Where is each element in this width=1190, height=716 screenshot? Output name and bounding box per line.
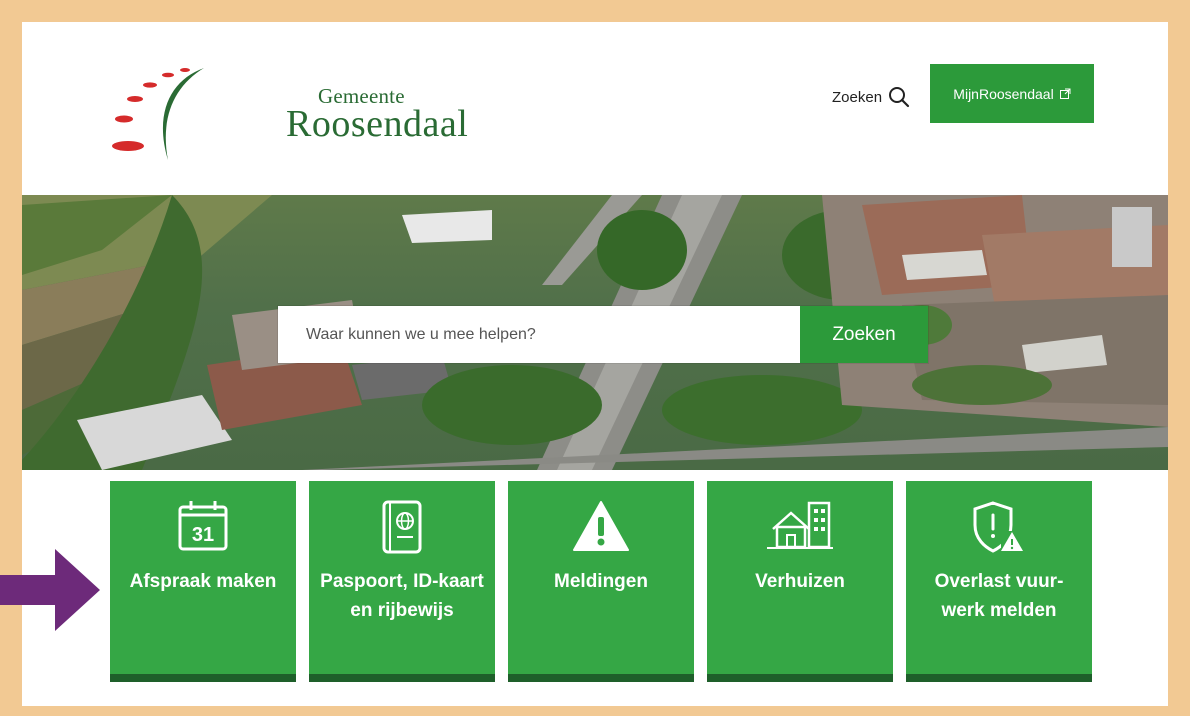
tile-label: Verhuizen [755, 571, 845, 592]
shield-warning-icon [973, 501, 1023, 553]
buildings-icon [767, 501, 833, 549]
hero-search-button-label: Zoeken [832, 323, 896, 345]
tile-label: Afspraak maken [129, 571, 277, 592]
tile-verhuizen[interactable]: Verhuizen [707, 481, 893, 682]
header-search-label: Zoeken [832, 88, 883, 106]
task-tiles: 31 Afspraak maken Paspoort, ID-kaart en … [110, 481, 1092, 682]
tile-meldingen[interactable]: Meldingen [508, 481, 694, 682]
search-icon [278, 306, 298, 326]
arrow-right-icon [0, 549, 100, 631]
logo[interactable]: Gemeente Roosendaal [108, 44, 468, 164]
tile-label: Meldingen [554, 571, 648, 592]
warning-icon [573, 501, 629, 551]
header-search-button[interactable]: Zoeken [832, 82, 910, 112]
page: Gemeente Roosendaal Zoeken MijnRoosendaa… [22, 22, 1168, 706]
external-link-icon [1059, 88, 1071, 99]
tile-label: Overlast vuur-werk melden [934, 571, 1064, 621]
tile-overlast-vuurwerk[interactable]: Overlast vuur-werk melden [906, 481, 1092, 682]
logo-big-text: Roosendaal [286, 103, 469, 145]
calendar-icon: 31 [178, 501, 228, 551]
tile-label: Paspoort, ID-kaart en rijbewijs [320, 571, 484, 621]
tile-paspoort[interactable]: Paspoort, ID-kaart en rijbewijs [309, 481, 495, 682]
passport-icon [382, 500, 422, 554]
mijn-roosendaal-button[interactable]: MijnRoosendaal [930, 64, 1094, 123]
hero-banner: Zoeken [22, 195, 1168, 470]
tile-afspraak-maken[interactable]: 31 Afspraak maken [110, 481, 296, 682]
hero-search-bar: Zoeken [278, 306, 928, 363]
logo-mark-icon [112, 68, 204, 160]
hero-search-button[interactable]: Zoeken [278, 306, 928, 363]
hero-search-input[interactable] [278, 306, 800, 363]
calendar-day: 31 [192, 524, 214, 546]
search-icon [889, 87, 910, 108]
mijn-roosendaal-label: MijnRoosendaal [953, 85, 1054, 102]
